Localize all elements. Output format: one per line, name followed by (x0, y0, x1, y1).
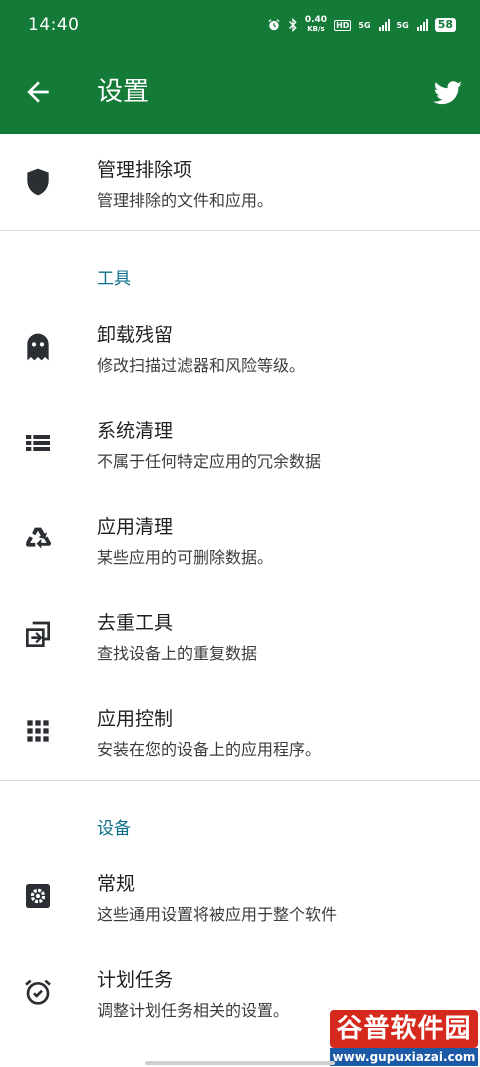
twitter-icon[interactable] (432, 76, 464, 108)
net-speed-unit: KB/s (307, 25, 325, 33)
battery-icon: 58 (434, 18, 456, 32)
watermark-text: 谷普软件园 (330, 1010, 478, 1048)
item-subtitle: 这些通用设置将被应用于整个软件 (97, 905, 338, 924)
divider (0, 780, 480, 781)
signal-1-icon (378, 19, 390, 31)
section-header-device: 设备 (97, 819, 131, 839)
manage-exclusions-item[interactable]: 管理排除项 管理排除的文件和应用。 (0, 134, 480, 230)
ghost-icon (27, 333, 49, 361)
list-icon (26, 435, 50, 451)
alarm-status-icon (268, 19, 280, 31)
app-cleaner-item[interactable]: 应用清理 某些应用的可删除数据。 (0, 491, 480, 587)
item-subtitle: 某些应用的可删除数据。 (97, 548, 274, 567)
general-settings-item[interactable]: 常规 这些通用设置将被应用于整个软件 (0, 848, 480, 944)
alarm-icon (25, 979, 51, 1005)
signal-2-icon (416, 19, 428, 31)
status-time: 14:40 (28, 15, 80, 35)
recycle-icon (25, 527, 52, 549)
settings-icon (26, 884, 50, 908)
item-subtitle: 不属于任何特定应用的冗余数据 (97, 452, 322, 471)
item-title: 计划任务 (97, 969, 174, 991)
sim1-label: 5G (358, 20, 371, 30)
item-title: 应用清理 (97, 516, 174, 538)
page-title: 设置 (97, 77, 150, 107)
watermark-url: www.gupuxiazai.com (330, 1048, 478, 1066)
arrow-back-icon[interactable] (22, 76, 54, 108)
uninstall-leftovers-item[interactable]: 卸载残留 修改扫描过滤器和风险等级。 (0, 299, 480, 395)
system-cleaner-item[interactable]: 系统清理 不属于任何特定应用的冗余数据 (0, 395, 480, 491)
shield-icon (27, 168, 49, 196)
item-subtitle: 调整计划任务相关的设置。 (97, 1001, 290, 1020)
bluetooth-icon (288, 18, 297, 32)
item-title: 管理排除项 (97, 159, 193, 181)
net-speed: 0.40 KB/s (305, 16, 327, 34)
hd-badge: HD (334, 19, 352, 31)
gesture-nav-bar[interactable] (145, 1061, 335, 1065)
apps-grid-icon (27, 720, 49, 742)
duplicate-icon (25, 621, 50, 647)
section-header-tools: 工具 (97, 269, 131, 289)
app-bar: 设置 (0, 50, 480, 134)
item-title: 系统清理 (97, 420, 174, 442)
watermark-logo: 谷普软件园 www.gupuxiazai.com (330, 1010, 478, 1066)
item-title: 去重工具 (97, 612, 174, 634)
item-title: 卸载残留 (97, 324, 174, 346)
item-subtitle: 查找设备上的重复数据 (97, 644, 258, 663)
status-icons: 0.40 KB/s HD 5G 5G 58 (267, 16, 456, 34)
app-control-item[interactable]: 应用控制 安装在您的设备上的应用程序。 (0, 683, 480, 779)
item-subtitle: 管理排除的文件和应用。 (97, 191, 274, 210)
item-subtitle: 修改扫描过滤器和风险等级。 (97, 356, 306, 375)
item-title: 应用控制 (97, 708, 174, 730)
item-title: 常规 (97, 873, 136, 895)
deduplicator-item[interactable]: 去重工具 查找设备上的重复数据 (0, 587, 480, 683)
net-speed-value: 0.40 (304, 15, 328, 25)
divider (0, 230, 480, 231)
item-subtitle: 安装在您的设备上的应用程序。 (97, 740, 322, 759)
status-bar: 14:40 0.40 KB/s HD 5G 5G 58 (0, 0, 480, 50)
sim2-label: 5G (396, 20, 409, 30)
